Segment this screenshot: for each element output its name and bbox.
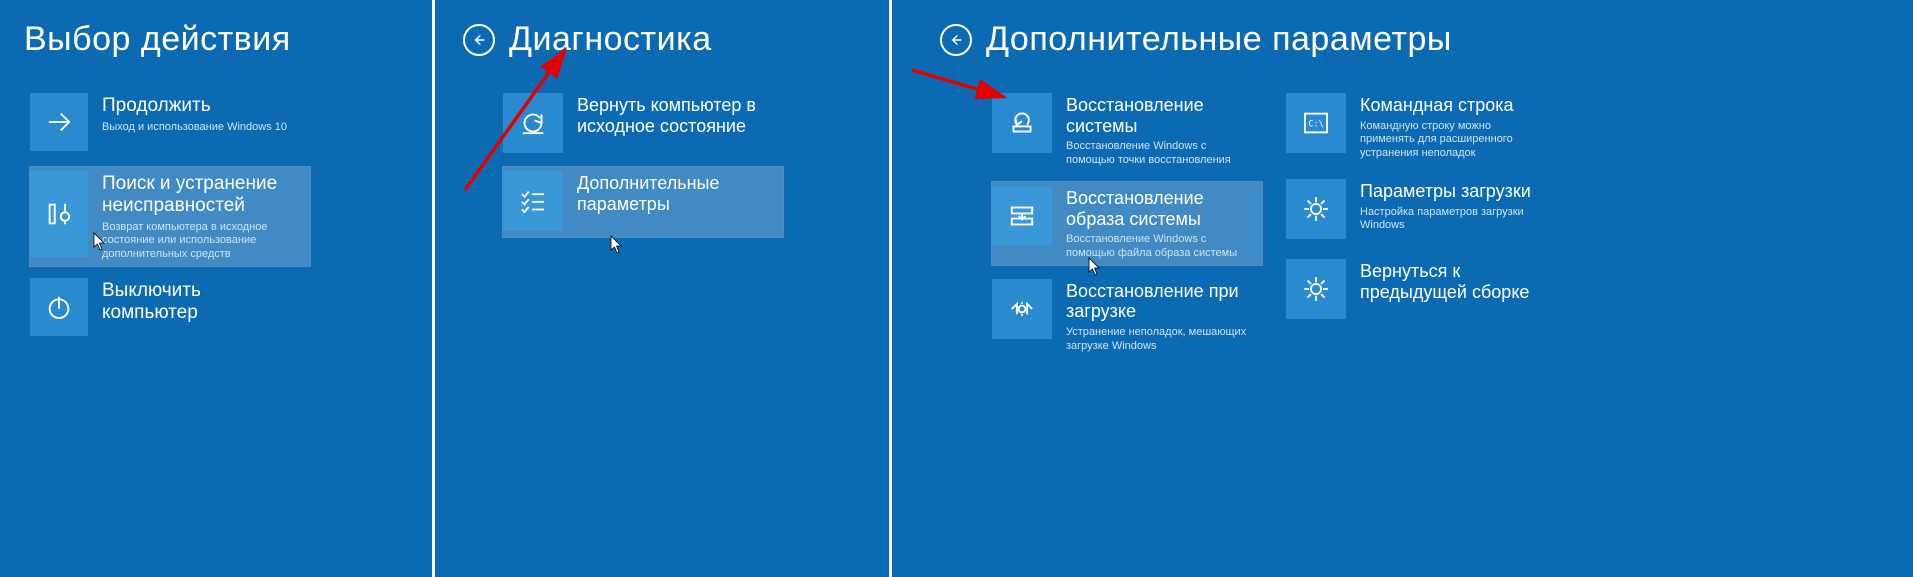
back-button[interactable] [940, 24, 972, 56]
tile-advanced-options[interactable]: Дополнительные параметры [503, 167, 783, 237]
tile-title: Восстановление при загрузке [1066, 281, 1252, 322]
tile-troubleshoot[interactable]: Поиск и устранение неисправностей Возвра… [30, 167, 310, 266]
panel2-title: Диагностика [509, 20, 712, 59]
arrow-right-icon [30, 93, 88, 151]
tile-title: Дополнительные параметры [577, 173, 767, 214]
tile-desc: Командную строку можно применять для рас… [1360, 120, 1546, 161]
tile-title: Командная строка [1360, 95, 1546, 116]
arrow-left-icon [471, 32, 487, 48]
startup-repair-icon [992, 279, 1052, 339]
power-icon [30, 278, 88, 336]
arrow-left-icon [948, 32, 964, 48]
back-button[interactable] [463, 24, 495, 56]
cursor-icon [610, 235, 624, 255]
tools-icon [30, 171, 88, 257]
panel1-title: Выбор действия [24, 20, 291, 59]
tile-command-prompt[interactable]: C:\ Командная строка Командную строку мо… [1286, 89, 1556, 165]
tile-reset-pc[interactable]: Вернуть компьютер в исходное состояние [503, 89, 783, 159]
panel3-col1: Восстановление системы Восстановление Wi… [992, 89, 1264, 358]
restore-point-icon [992, 93, 1052, 153]
tile-continue[interactable]: Продолжить Выход и использование Windows… [30, 89, 310, 159]
gear-icon [1286, 179, 1346, 239]
panel3-header: Дополнительные параметры [892, 0, 1913, 89]
panel1-header: Выбор действия [0, 0, 432, 89]
panel-diagnostics: Диагностика Вернуть компьютер в исходное… [435, 0, 889, 577]
tile-title: Выключить компьютер [102, 280, 292, 324]
tile-title: Продолжить [102, 95, 287, 117]
checklist-icon [503, 171, 563, 231]
panel2-tiles: Вернуть компьютер в исходное состояние Д… [435, 89, 889, 237]
tile-system-restore[interactable]: Восстановление системы Восстановление Wi… [992, 89, 1262, 172]
panel3-col2: C:\ Командная строка Командную строку мо… [1286, 89, 1558, 358]
tile-startup-settings[interactable]: Параметры загрузки Настройка параметров … [1286, 175, 1556, 245]
tile-desc: Выход и использование Windows 10 [102, 121, 287, 135]
tile-desc: Настройка параметров загрузки Windows [1360, 206, 1546, 234]
svg-text:C:\: C:\ [1308, 119, 1323, 129]
tile-desc: Восстановление Windows с помощью файла о… [1066, 233, 1252, 261]
tile-title: Вернуть компьютер в исходное состояние [577, 95, 767, 136]
tile-title: Восстановление системы [1066, 95, 1252, 136]
tile-title: Параметры загрузки [1360, 181, 1546, 202]
tile-title: Вернуться к предыдущей сборке [1360, 261, 1546, 302]
command-prompt-icon: C:\ [1286, 93, 1346, 153]
tile-startup-repair[interactable]: Восстановление при загрузке Устранение н… [992, 275, 1262, 358]
tile-shutdown[interactable]: Выключить компьютер [30, 274, 310, 344]
tile-system-image-recovery[interactable]: Восстановление образа системы Восстановл… [992, 182, 1262, 265]
tile-desc: Устранение неполадок, мешающих загрузке … [1066, 326, 1252, 354]
tile-title: Поиск и устранение неисправностей [102, 173, 292, 217]
tile-desc: Восстановление Windows с помощью точки в… [1066, 140, 1252, 168]
panel3-body: Восстановление системы Восстановление Wi… [892, 89, 1913, 358]
panel-choose-action: Выбор действия Продолжить Выход и исполь… [0, 0, 432, 577]
reset-icon [503, 93, 563, 153]
tile-go-back-build[interactable]: Вернуться к предыдущей сборке [1286, 255, 1556, 325]
panel2-header: Диагностика [435, 0, 889, 89]
panel-advanced-options: Дополнительные параметры Восстановление … [892, 0, 1913, 577]
panel1-tiles: Продолжить Выход и использование Windows… [0, 89, 432, 344]
panel3-title: Дополнительные параметры [986, 20, 1452, 59]
tile-title: Восстановление образа системы [1066, 188, 1252, 229]
gear-icon [1286, 259, 1346, 319]
image-recovery-icon [992, 186, 1052, 246]
tile-desc: Возврат компьютера в исходное состояние … [102, 221, 292, 262]
